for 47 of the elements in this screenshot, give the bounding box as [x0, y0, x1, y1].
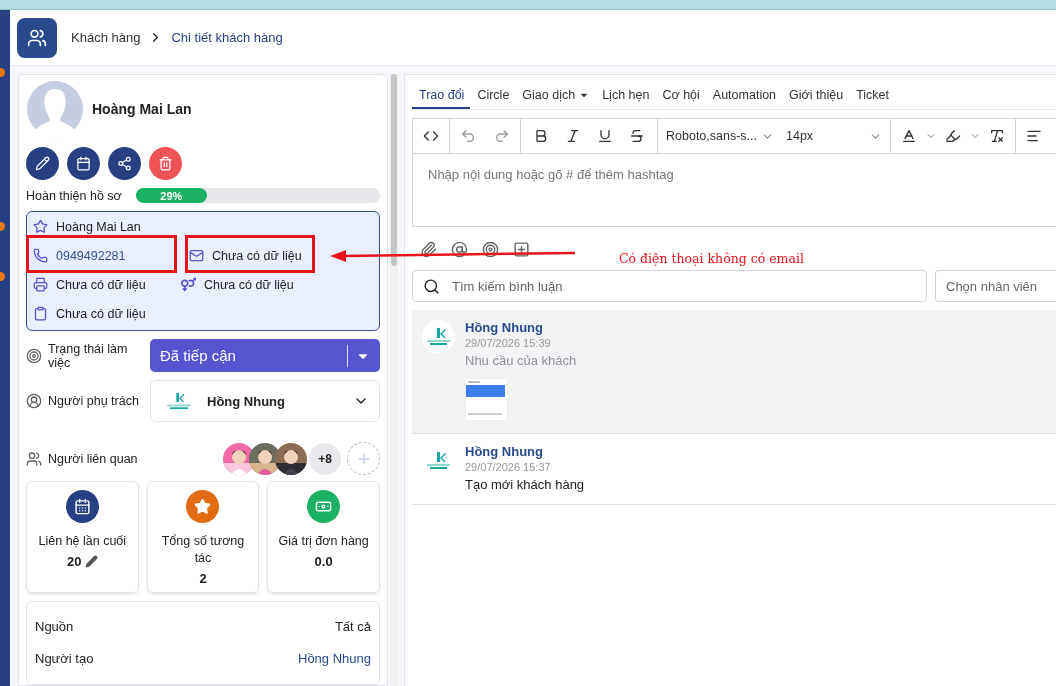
more-count[interactable]: +8 [309, 442, 341, 475]
annotation-text: Có điện thoại không có email [619, 251, 804, 266]
contact-value: Hoàng Mai Lan [56, 219, 141, 234]
stat-value: 2 [199, 571, 207, 586]
owner-label: Người phụ trách [48, 394, 139, 408]
related-label: Người liên quan [48, 451, 138, 466]
tab[interactable]: Ticket [849, 83, 895, 109]
stat-label: Liên hệ lần cuối [37, 533, 128, 550]
comment-time: 29/07/2026 15:39 [465, 337, 552, 349]
stat-label: Giá trị đơn hàng [277, 533, 370, 550]
tab[interactable]: Cơ hội [655, 83, 706, 109]
progress-label: Hoàn thiện hồ sơ [26, 188, 123, 203]
comment-text: Nhu cầu của khách [465, 353, 577, 368]
search-field[interactable]: Tìm kiếm bình luận [412, 270, 927, 302]
tab[interactable]: Automation [705, 83, 783, 109]
contact-value: Chưa có dữ liệu [56, 277, 146, 292]
staff-select[interactable]: Chọn nhân viên [935, 270, 1056, 302]
tab[interactable]: Trao đổi [412, 83, 471, 109]
contact-value: Chưa có dữ liệu [56, 306, 146, 321]
detail-label: Nguồn [35, 618, 74, 634]
progress-fill: 29% [136, 188, 207, 203]
stat-label: Tổng số tương tác [160, 533, 246, 567]
owner-select[interactable]: Hồng Nhung [150, 380, 380, 422]
stat-value: 0.0 [314, 554, 333, 569]
text-editor[interactable]: Roboto,sans-s... 14px Nhập nội dung hoặc gõ # để thêm hashtag [412, 118, 1056, 227]
stat-value: 20 [67, 554, 82, 569]
status-label: Trạng thái làm việc [48, 341, 129, 370]
tab[interactable]: Lịch hẹn [595, 83, 656, 109]
detail-link[interactable]: Hồng Nhung [298, 650, 371, 666]
status-dropdown[interactable]: Đã tiếp cận [150, 339, 380, 372]
breadcrumb-link[interactable]: Khách hàng [71, 30, 141, 45]
contact-value: Chưa có dữ liệu [212, 248, 302, 263]
customer-name: Hoàng Mai Lan [92, 101, 192, 117]
detail-label: Người tạo [35, 650, 94, 666]
comment-author[interactable]: Hồng Nhung [465, 444, 585, 459]
tab[interactable]: Giao dịch [515, 83, 596, 109]
detail-value: Tất cả [334, 618, 371, 634]
contact-value: Chưa có dữ liệu [204, 277, 294, 292]
tab[interactable]: Circle [470, 83, 516, 109]
comment-text: Tạo mới khách hàng [465, 477, 585, 492]
font-dropdown[interactable]: Roboto,sans-s... [666, 129, 774, 143]
contact-value: 0949492281 [56, 248, 126, 263]
tab[interactable]: Giới thiệu [782, 83, 850, 109]
size-dropdown[interactable]: 14px [786, 129, 882, 143]
comment-author[interactable]: Hồng Nhung [465, 320, 577, 335]
comment-time: 29/07/2026 15:37 [465, 461, 552, 473]
breadcrumb-link[interactable]: Chi tiết khách hàng [171, 30, 283, 45]
